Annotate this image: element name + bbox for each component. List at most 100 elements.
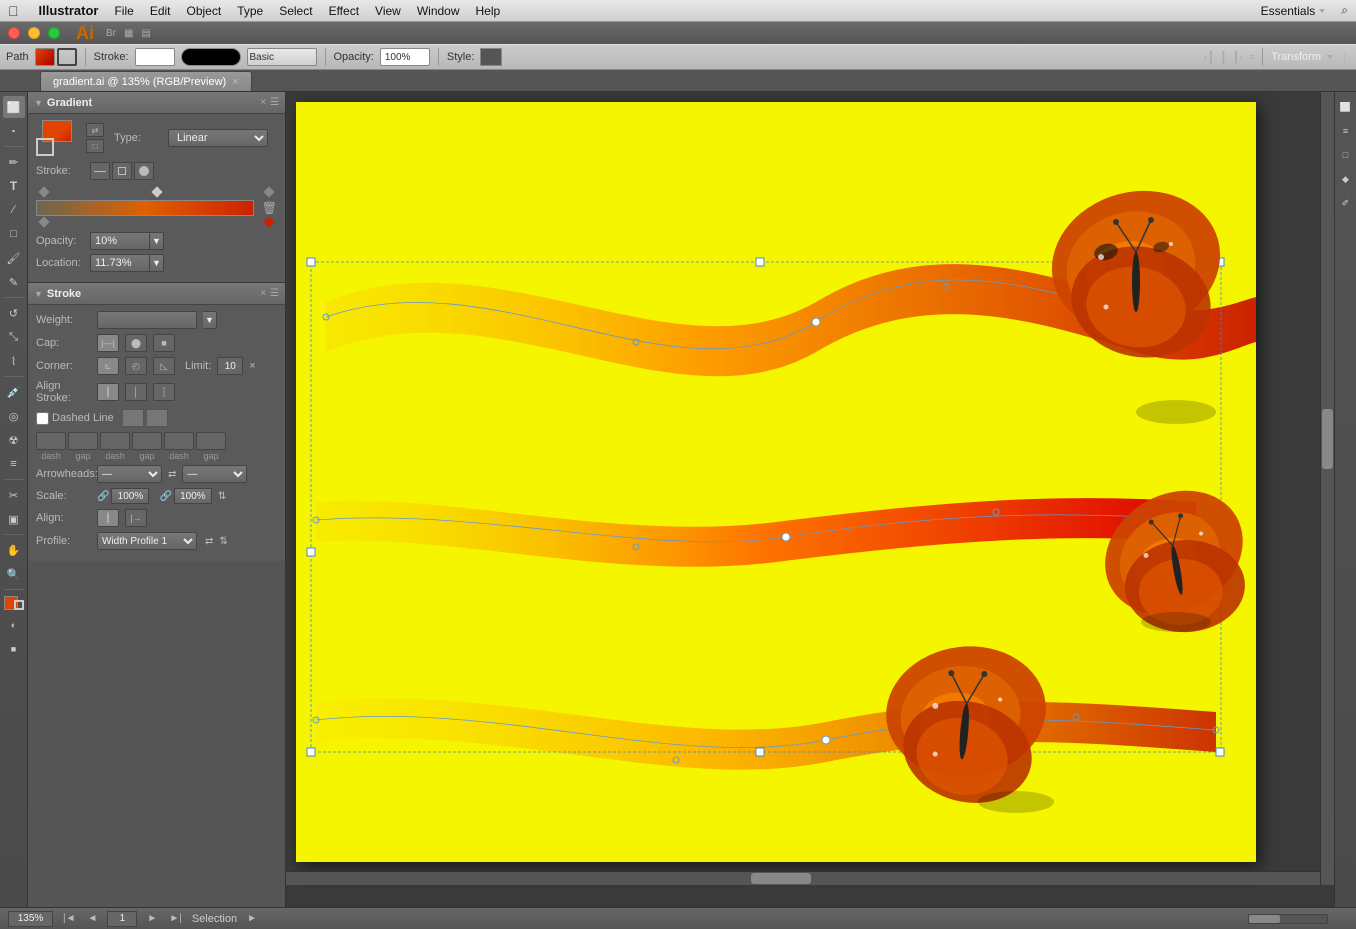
column-tool[interactable]: ≡ bbox=[3, 453, 25, 475]
handle-ml[interactable] bbox=[307, 548, 315, 556]
direct-selection-tool[interactable]: ⬝ bbox=[3, 120, 25, 142]
dashed-line-checkbox-label[interactable]: Dashed Line bbox=[36, 412, 114, 425]
eraser-tool[interactable]: ▣ bbox=[3, 508, 25, 530]
right-panel-4[interactable]: ◆ bbox=[1335, 168, 1356, 190]
artboard[interactable] bbox=[296, 102, 1256, 862]
menu-type[interactable]: Type bbox=[237, 4, 263, 18]
anchor-1-center[interactable] bbox=[812, 318, 820, 326]
bevel-join-btn[interactable]: ◺ bbox=[153, 357, 175, 375]
fill-swatch[interactable] bbox=[35, 48, 55, 66]
anchor-3-center[interactable] bbox=[822, 736, 830, 744]
gap-input-1[interactable] bbox=[68, 432, 98, 450]
menu-help[interactable]: Help bbox=[476, 4, 501, 18]
rectangle-tool[interactable]: □ bbox=[3, 223, 25, 245]
stroke-swatch[interactable] bbox=[57, 48, 77, 66]
zoom-input[interactable] bbox=[8, 911, 53, 927]
stroke-color-box[interactable] bbox=[14, 600, 24, 610]
selection-tool[interactable]: ⬜ bbox=[3, 96, 25, 118]
round-cap-btn[interactable]: ⬤ bbox=[125, 334, 147, 352]
arrange-icon[interactable]: ▤ bbox=[141, 28, 150, 39]
profile-flip-x-icon[interactable]: ⇄ bbox=[205, 536, 213, 547]
limit-x-btn[interactable]: × bbox=[249, 360, 255, 372]
handle-tl[interactable] bbox=[307, 258, 315, 266]
dash-input-2[interactable] bbox=[100, 432, 130, 450]
paintbrush-tool[interactable]: 🖌 bbox=[3, 247, 25, 269]
gradient-delete-icon[interactable]: 🗑 bbox=[262, 201, 277, 215]
scale-flip-icon[interactable]: ⇅ bbox=[218, 491, 226, 502]
align-left-icon[interactable]: ‹┃ bbox=[1204, 51, 1214, 64]
arrowhead-end-select[interactable]: — bbox=[182, 465, 247, 483]
dash-input-1[interactable] bbox=[36, 432, 66, 450]
align-inside-stroke-btn[interactable]: │ bbox=[125, 383, 147, 401]
apple-menu[interactable]:  bbox=[8, 3, 19, 19]
screen-mode-toggle[interactable]: ■ bbox=[3, 638, 25, 660]
minimize-button[interactable] bbox=[28, 27, 40, 39]
gradient-stop-top-right[interactable] bbox=[263, 186, 274, 197]
menu-file[interactable]: File bbox=[114, 4, 133, 18]
close-button[interactable] bbox=[8, 27, 20, 39]
handle-br[interactable] bbox=[1216, 748, 1224, 756]
gradient-panel-menu-icon[interactable]: ☰ bbox=[270, 97, 279, 108]
menu-object[interactable]: Object bbox=[187, 4, 222, 18]
symbolspray-tool[interactable]: ☢ bbox=[3, 429, 25, 451]
nav-next-btn[interactable]: ► bbox=[145, 913, 159, 924]
view-icon[interactable]: ▦ bbox=[124, 28, 133, 39]
menu-edit[interactable]: Edit bbox=[150, 4, 171, 18]
profile-select[interactable]: Width Profile 1 bbox=[97, 532, 197, 550]
hand-tool[interactable]: ✋ bbox=[3, 539, 25, 561]
canvas-area[interactable] bbox=[286, 92, 1334, 907]
zoom-tool[interactable]: 🔍 bbox=[3, 563, 25, 585]
vertical-scroll-thumb[interactable] bbox=[1322, 409, 1333, 469]
gap-input-3[interactable] bbox=[196, 432, 226, 450]
color-mode-toggle[interactable]: ◐ bbox=[3, 614, 25, 636]
gradient-stop-top-center[interactable] bbox=[151, 186, 162, 197]
document-tab[interactable]: gradient.ai @ 135% (RGB/Preview) × bbox=[40, 71, 252, 91]
anchor-2-center[interactable] bbox=[782, 533, 790, 541]
line-tool[interactable]: ∕ bbox=[3, 199, 25, 221]
align-right-icon[interactable]: ┃› bbox=[1233, 51, 1243, 64]
menu-window[interactable]: Window bbox=[417, 4, 460, 18]
align-to-end-btn[interactable]: |→ bbox=[125, 509, 147, 527]
scale-tool[interactable]: ⤡ bbox=[3, 326, 25, 348]
gradient-bar[interactable] bbox=[36, 200, 254, 216]
gradient-stroke-swatch[interactable] bbox=[36, 138, 54, 156]
panel-options-icon[interactable]: ⋮ bbox=[1339, 51, 1350, 64]
gradient-panel-header[interactable]: ▼ Gradient × ☰ bbox=[28, 92, 285, 114]
stroke-weight-input[interactable] bbox=[135, 48, 175, 66]
arrowhead-swap-icon[interactable]: ⇄ bbox=[168, 469, 176, 480]
gradient-edit-icon[interactable]: □ bbox=[86, 139, 104, 153]
handle-tc[interactable] bbox=[756, 258, 764, 266]
gradient-swap-icon[interactable]: ⇄ bbox=[86, 123, 104, 137]
brush-selector[interactable] bbox=[247, 48, 317, 66]
nav-last-btn[interactable]: ►| bbox=[167, 913, 184, 924]
right-panel-1[interactable]: ⬜ bbox=[1335, 96, 1356, 118]
gradient-stop-bottom-right[interactable] bbox=[263, 216, 274, 227]
arrowhead-start-select[interactable]: — bbox=[97, 465, 162, 483]
location-dropdown-arrow[interactable]: ▼ bbox=[150, 254, 164, 272]
right-panel-2[interactable]: ≡ bbox=[1335, 120, 1356, 142]
scale-lock-icon[interactable]: 🔗 bbox=[97, 491, 109, 502]
type-tool[interactable]: T bbox=[3, 175, 25, 197]
round-join-btn[interactable]: ◴ bbox=[125, 357, 147, 375]
search-icon[interactable]: ⌕ bbox=[1341, 3, 1348, 18]
stroke-align-1[interactable] bbox=[90, 162, 110, 180]
eyedropper-tool[interactable]: 💉 bbox=[3, 381, 25, 403]
distribute-icon[interactable]: ≡ bbox=[1249, 52, 1254, 62]
opacity-input[interactable] bbox=[380, 48, 430, 66]
align-to-path-btn[interactable]: ┃ bbox=[97, 509, 119, 527]
weight-value-input[interactable] bbox=[97, 311, 197, 329]
stroke-align-3[interactable] bbox=[134, 162, 154, 180]
miter-limit-input[interactable] bbox=[217, 357, 243, 375]
dashed-preset-1[interactable] bbox=[122, 409, 144, 427]
gradient-panel-collapse-icon[interactable]: ▼ bbox=[34, 98, 43, 108]
rotate-tool[interactable]: ↺ bbox=[3, 302, 25, 324]
align-center-stroke-btn[interactable]: ┃ bbox=[97, 383, 119, 401]
align-center-icon[interactable]: ┃ bbox=[1220, 51, 1227, 64]
essentials-dropdown[interactable]: Essentials bbox=[1261, 4, 1326, 18]
weight-dropdown-arrow[interactable]: ▼ bbox=[203, 311, 217, 329]
maximize-button[interactable] bbox=[48, 27, 60, 39]
slice-tool[interactable]: ✂ bbox=[3, 484, 25, 506]
gradient-panel-close-icon[interactable]: × bbox=[260, 97, 266, 108]
vertical-scrollbar[interactable] bbox=[1320, 92, 1334, 885]
stroke-panel-menu-icon[interactable]: ☰ bbox=[270, 288, 279, 299]
